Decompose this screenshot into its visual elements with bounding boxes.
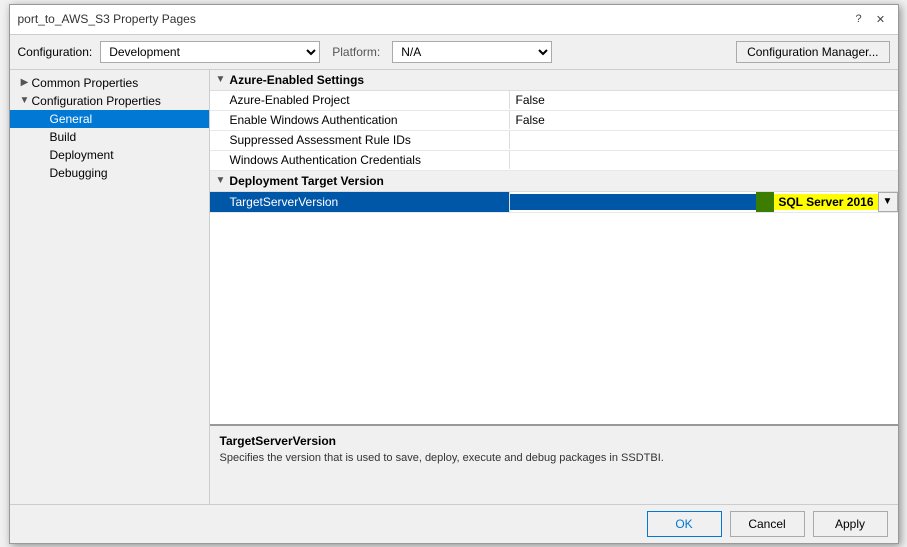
description-title: TargetServerVersion: [220, 434, 888, 448]
enable-windows-auth-name: Enable Windows Authentication: [210, 111, 510, 129]
common-properties-label: Common Properties: [32, 76, 139, 90]
apply-button[interactable]: Apply: [813, 511, 888, 537]
target-server-dropdown-arrow[interactable]: ▼: [878, 192, 898, 212]
azure-section-label: Azure-Enabled Settings: [229, 73, 364, 87]
description-text: Specifies the version that is used to sa…: [220, 452, 888, 464]
green-bar: [756, 192, 774, 212]
config-manager-button[interactable]: Configuration Manager...: [736, 41, 889, 63]
sidebar-item-common-properties[interactable]: ▶ Common Properties: [10, 74, 209, 92]
azure-enabled-project-row[interactable]: Azure-Enabled Project False: [210, 91, 898, 111]
ok-button[interactable]: OK: [647, 511, 722, 537]
sidebar-item-configuration-properties[interactable]: ▼ Configuration Properties: [10, 92, 209, 110]
debugging-label: Debugging: [50, 166, 108, 180]
config-label: Configuration:: [18, 45, 93, 59]
deployment-section-header[interactable]: ▼ Deployment Target Version: [210, 171, 898, 192]
dialog-title: port_to_AWS_S3 Property Pages: [18, 12, 196, 26]
target-server-version-row[interactable]: TargetServerVersion SQL Server 2016 ▼: [210, 192, 898, 213]
target-server-name-bg: [510, 194, 757, 210]
platform-select[interactable]: N/A: [392, 41, 552, 63]
target-server-value: SQL Server 2016: [774, 194, 877, 210]
general-label: General: [50, 112, 93, 126]
sidebar: ▶ Common Properties ▼ Configuration Prop…: [10, 70, 210, 504]
sidebar-item-debugging[interactable]: Debugging: [10, 164, 209, 182]
common-properties-toggle: ▶: [18, 77, 32, 88]
target-server-version-name: TargetServerVersion: [210, 192, 510, 212]
azure-section-header[interactable]: ▼ Azure-Enabled Settings: [210, 70, 898, 91]
suppressed-assessment-row[interactable]: Suppressed Assessment Rule IDs: [210, 131, 898, 151]
cancel-button[interactable]: Cancel: [730, 511, 805, 537]
enable-windows-auth-row[interactable]: Enable Windows Authentication False: [210, 111, 898, 131]
sidebar-item-deployment[interactable]: Deployment: [10, 146, 209, 164]
azure-enabled-project-value: False: [510, 91, 898, 109]
windows-auth-credentials-row[interactable]: Windows Authentication Credentials: [210, 151, 898, 171]
deployment-label: Deployment: [50, 148, 114, 162]
deployment-section-toggle: ▼: [216, 175, 226, 186]
windows-auth-credentials-name: Windows Authentication Credentials: [210, 151, 510, 169]
enable-windows-auth-value: False: [510, 111, 898, 129]
configuration-select[interactable]: Development: [100, 41, 320, 63]
config-properties-label: Configuration Properties: [32, 94, 161, 108]
platform-label: Platform:: [332, 45, 380, 59]
footer: OK Cancel Apply: [10, 504, 898, 543]
suppressed-assessment-name: Suppressed Assessment Rule IDs: [210, 131, 510, 149]
property-panel: ▼ Azure-Enabled Settings Azure-Enabled P…: [210, 70, 898, 424]
title-bar: port_to_AWS_S3 Property Pages ? ✕: [10, 5, 898, 35]
build-label: Build: [50, 130, 77, 144]
config-bar: Configuration: Development Platform: N/A…: [10, 35, 898, 70]
property-pages-dialog: port_to_AWS_S3 Property Pages ? ✕ Config…: [9, 4, 899, 544]
main-content: ▶ Common Properties ▼ Configuration Prop…: [10, 70, 898, 504]
close-button[interactable]: ✕: [872, 10, 890, 28]
suppressed-assessment-value: [510, 138, 898, 142]
title-bar-controls: ? ✕: [850, 10, 890, 28]
windows-auth-credentials-value: [510, 158, 898, 162]
sidebar-item-general[interactable]: General: [10, 110, 209, 128]
azure-enabled-project-name: Azure-Enabled Project: [210, 91, 510, 109]
title-bar-left: port_to_AWS_S3 Property Pages: [18, 12, 196, 26]
description-panel: TargetServerVersion Specifies the versio…: [210, 424, 898, 504]
deployment-section-label: Deployment Target Version: [229, 174, 383, 188]
content-area: ▼ Azure-Enabled Settings Azure-Enabled P…: [210, 70, 898, 504]
target-server-version-value-wrapper: SQL Server 2016 ▼: [510, 192, 898, 212]
config-properties-toggle: ▼: [18, 95, 32, 106]
azure-section-toggle: ▼: [216, 74, 226, 85]
help-button[interactable]: ?: [850, 10, 868, 28]
sidebar-item-build[interactable]: Build: [10, 128, 209, 146]
